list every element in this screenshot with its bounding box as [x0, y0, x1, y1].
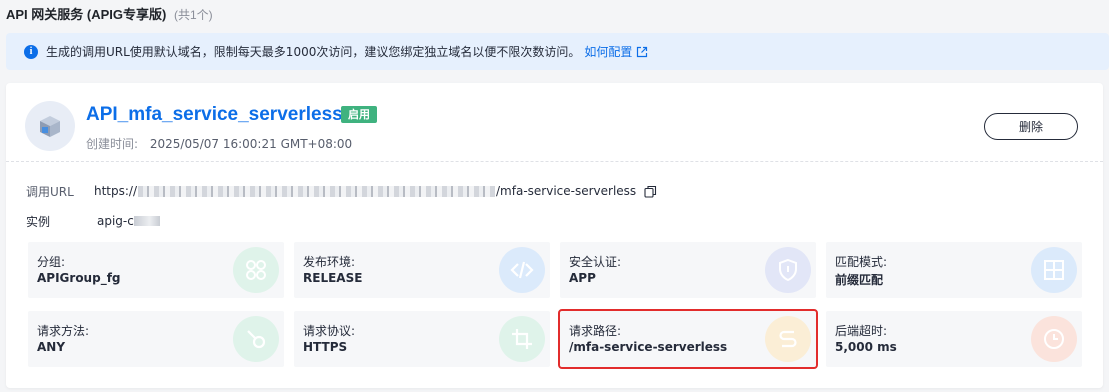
- security-auth-label: 安全认证:: [569, 255, 622, 269]
- tile-request-path: 请求路径: /mfa-service-serverless: [558, 309, 818, 369]
- how-to-configure-link[interactable]: 如何配置: [584, 43, 632, 60]
- divider: [6, 161, 1103, 162]
- request-path-label: 请求路径:: [569, 324, 622, 338]
- match-mode-value: 前缀匹配: [835, 273, 884, 287]
- invoke-url-label: 调用URL: [26, 184, 74, 199]
- redacted-instance-segment: [133, 216, 160, 226]
- status-badge: 启用: [341, 106, 377, 123]
- api-card: API_mfa_service_serverless 启用 创建时间: 2025…: [6, 83, 1103, 388]
- instance-value[interactable]: apig-c: [97, 214, 134, 228]
- group-icon: [233, 247, 279, 293]
- instance-label: 实例: [26, 214, 51, 229]
- tile-request-method: 请求方法: ANY: [28, 311, 284, 367]
- page-title-text: API 网关服务 (APIG专享版): [6, 7, 167, 22]
- api-attributes-grid: 分组: APIGroup_fg 发布环境: RELEASE 安全认证: APP: [28, 242, 1082, 369]
- environment-label: 发布环境:: [303, 255, 356, 269]
- tile-backend-timeout: 后端超时: 5,000 ms: [826, 311, 1082, 367]
- group-value: APIGroup_fg: [37, 271, 121, 285]
- created-time-label: 创建时间:: [86, 137, 139, 151]
- method-icon: [233, 316, 279, 362]
- delete-button[interactable]: 删除: [984, 113, 1078, 140]
- request-protocol-value: HTTPS: [303, 340, 348, 354]
- crop-icon: [499, 316, 545, 362]
- created-time: 创建时间: 2025/05/07 16:00:21 GMT+08:00: [86, 135, 352, 152]
- service-name[interactable]: API_mfa_service_serverless: [86, 104, 343, 126]
- route-icon: [765, 316, 811, 362]
- page-title: API 网关服务 (APIG专享版) (共1个): [6, 4, 213, 22]
- invoke-url-suffix: /mfa-service-serverless: [496, 184, 637, 198]
- group-label: 分组:: [37, 255, 66, 269]
- created-time-value: 2025/05/07 16:00:21 GMT+08:00: [149, 137, 353, 151]
- backend-timeout-label: 后端超时:: [835, 324, 888, 338]
- shield-icon: [765, 247, 811, 293]
- redacted-url-segment: [138, 185, 496, 197]
- request-method-label: 请求方法:: [37, 324, 90, 338]
- api-service-icon: [25, 101, 75, 151]
- backend-timeout-value: 5,000 ms: [835, 340, 897, 354]
- security-auth-value: APP: [569, 271, 596, 285]
- match-prefix-icon: [1031, 247, 1077, 293]
- invoke-url-row: 调用URL https:// /mfa-service-serverless: [26, 182, 657, 200]
- request-protocol-label: 请求协议:: [303, 324, 356, 338]
- clock-icon: [1031, 316, 1077, 362]
- info-icon: i: [24, 44, 38, 59]
- tile-security-auth: 安全认证: APP: [560, 242, 816, 298]
- tile-group: 分组: APIGroup_fg: [28, 242, 284, 298]
- notice-banner: i 生成的调用URL使用默认域名，限制每天最多1000次访问，建议您绑定独立域名…: [6, 33, 1109, 70]
- invoke-url-prefix: https://: [94, 184, 138, 198]
- tile-request-protocol: 请求协议: HTTPS: [294, 311, 550, 367]
- api-count: (共1个): [173, 8, 213, 22]
- request-path-value: /mfa-service-serverless: [569, 340, 728, 354]
- tile-match-mode: 匹配模式: 前缀匹配: [826, 242, 1082, 298]
- environment-value: RELEASE: [303, 271, 363, 285]
- copy-icon[interactable]: [644, 185, 657, 198]
- request-method-value: ANY: [37, 340, 66, 354]
- match-mode-label: 匹配模式:: [835, 255, 888, 269]
- notice-text: 生成的调用URL使用默认域名，限制每天最多1000次访问，建议您绑定独立域名以便…: [46, 45, 581, 59]
- tile-environment: 发布环境: RELEASE: [294, 242, 550, 298]
- code-icon: [499, 247, 545, 293]
- external-link-icon[interactable]: [636, 46, 648, 58]
- instance-row: 实例 apig-c: [26, 212, 160, 230]
